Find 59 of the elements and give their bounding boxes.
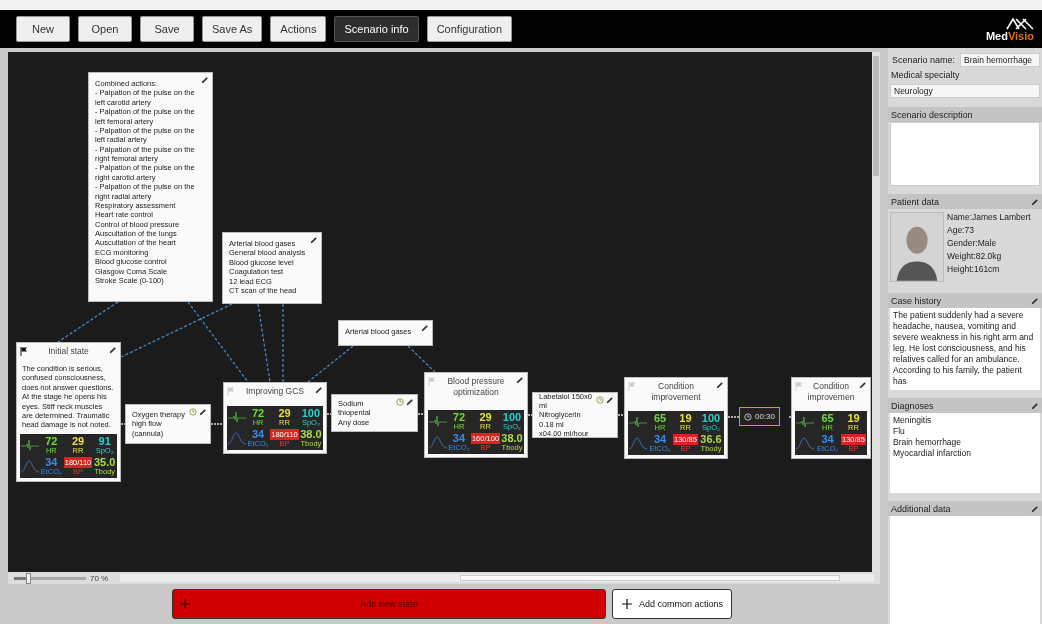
section-title: Patient data	[891, 196, 940, 207]
state-title: Blood pressure optimization	[446, 376, 506, 399]
vital-value: 72	[252, 407, 265, 419]
zoom-reading: 70 %	[90, 573, 110, 583]
field-label: Scenario name:	[891, 54, 957, 65]
vital-value: 72	[452, 411, 466, 423]
toolbar-button[interactable]: Configuration	[426, 16, 513, 42]
state-title: Condition improvement	[650, 381, 702, 404]
vital-value: 29	[479, 411, 492, 423]
patient-field: Gender:Male	[947, 238, 1031, 248]
toolbar-button[interactable]: Actions	[270, 16, 327, 42]
vital-value: 19	[847, 412, 860, 424]
scenario-name-field[interactable]: Brain hemorrhage	[960, 52, 1040, 67]
patient-field: Weight:82.0kg	[947, 251, 1031, 261]
patient-field: Height:161cm	[947, 264, 1031, 274]
diagnosis-item[interactable]: Myocardial infarction	[893, 448, 1037, 460]
state-title: Condition improvemen	[806, 381, 856, 404]
section-title: Case history	[891, 295, 942, 306]
vital-value: 72	[45, 435, 58, 447]
patient-field: Name:James Lambert	[947, 212, 1031, 222]
vital-value: 34	[452, 432, 466, 444]
toolbar-button[interactable]: New	[16, 16, 70, 42]
toolbar-button[interactable]: Save As	[202, 16, 263, 42]
vital-value: 100	[701, 412, 721, 424]
vital-value: 19	[679, 412, 692, 424]
logo-text: MedVisio	[985, 29, 1034, 42]
vital-value: 34	[45, 456, 58, 468]
vital-value: 65	[653, 412, 667, 424]
add-actions-button[interactable]: Add common actions	[612, 589, 733, 619]
state-title: Initial state	[47, 346, 90, 358]
vital-value: 38.0	[501, 432, 523, 444]
vital-value: 34	[821, 433, 834, 445]
vital-value: 38.0	[300, 428, 322, 440]
vital-value: 65	[821, 412, 834, 424]
vital-value: 91	[98, 435, 111, 447]
timer-node[interactable]: 00:30	[739, 407, 781, 426]
timer-text: 00:30	[755, 412, 776, 421]
vital-value: 100	[301, 407, 321, 419]
vital-value: 34	[653, 433, 667, 445]
toolbar-button[interactable]: Scenario info	[334, 16, 419, 42]
field-label: Medical specialty	[890, 69, 961, 82]
vital-value: 34	[252, 428, 265, 440]
case-history-text: The patient suddenly had a severe headache, nausea, vomiting and severe weakness in his right arm and leg. He lost consciousness, and his relatives called for an ambulance. According to his family, the patient has	[890, 308, 1040, 390]
specialty-field[interactable]: Neurology	[890, 84, 1040, 98]
toolbar-button[interactable]: Open	[78, 16, 132, 42]
diagnosis-item[interactable]: Brain hemorrhage	[893, 437, 1037, 449]
field-label: Scenario description	[891, 109, 973, 120]
diagnosis-item[interactable]: Meningitis	[893, 415, 1037, 427]
diagnosis-item[interactable]: Flu	[893, 426, 1037, 438]
vital-value: 100	[502, 411, 522, 423]
vital-value: 35.0	[93, 456, 116, 468]
vital-value: 29	[71, 435, 85, 447]
section-title: Additional data	[891, 503, 951, 514]
toolbar-button[interactable]: Save	[140, 16, 194, 42]
section-title: Diagnoses	[891, 400, 934, 411]
vital-value: 29	[278, 407, 291, 419]
patient-field: Age:73	[947, 225, 1031, 235]
vital-value: 36.6	[700, 433, 722, 445]
state-title: Improving GCS	[244, 386, 306, 398]
